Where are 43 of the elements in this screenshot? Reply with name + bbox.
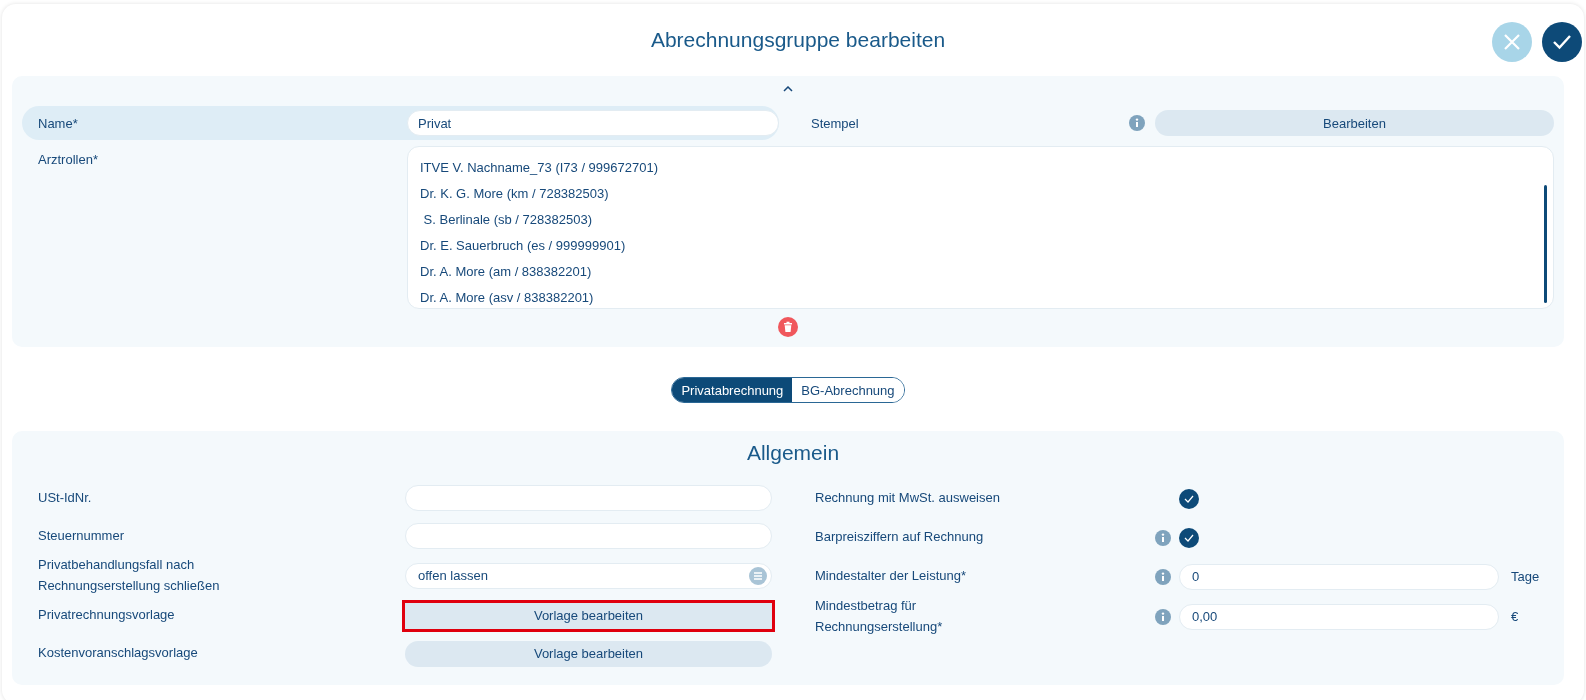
trash-icon[interactable] xyxy=(778,317,798,337)
text-input[interactable] xyxy=(405,485,772,511)
field-label: Mindestalter der Leistung* xyxy=(815,567,968,586)
checkbox[interactable] xyxy=(1179,527,1199,548)
field-label: USt-IdNr. xyxy=(38,488,93,507)
field-label: Kostenvoranschlagsvorlage xyxy=(38,644,199,663)
edit-template-button[interactable]: Vorlage bearbeiten xyxy=(405,602,772,629)
text-input[interactable]: 0 xyxy=(1179,563,1499,590)
list-item[interactable]: Dr. K. G. More (km / 728382503) xyxy=(420,181,1541,207)
checkmark-icon xyxy=(1184,494,1194,503)
close-icon xyxy=(1503,33,1521,51)
list-item[interactable]: S. Berlinale (sb / 728382503) xyxy=(420,207,1541,233)
checkbox[interactable] xyxy=(1179,488,1199,509)
confirm-button[interactable] xyxy=(1542,22,1582,62)
list-item[interactable]: ITVE V. Nachname_73 (I73 / 999672701) xyxy=(420,155,1541,181)
field-label: Rechnung mit MwSt. ausweisen xyxy=(815,489,1001,508)
list-item[interactable]: Dr. A. More (asv / 838382201) xyxy=(420,285,1541,311)
text-input[interactable] xyxy=(405,523,772,549)
list-item[interactable]: Dr. E. Sauerbruch (es / 999999901) xyxy=(420,233,1541,259)
name-input[interactable]: Privat xyxy=(407,110,779,136)
text-input[interactable]: 0,00 xyxy=(1179,603,1499,630)
billing-tab[interactable]: Privatabrechnung xyxy=(672,378,793,402)
field-label: Privatbehandlungsfall nach Rechnungserstellung schließen xyxy=(38,556,221,595)
field-label: Mindestbetrag für Rechnungserstellung* xyxy=(815,597,944,636)
field-label: Arztrollen* xyxy=(37,151,99,169)
dialog-title: Abrechnungsgruppe bearbeiten xyxy=(649,28,946,52)
list-icon[interactable] xyxy=(749,566,767,585)
edit-template-button[interactable]: Vorlage bearbeiten xyxy=(405,640,772,667)
unit-label: € xyxy=(1510,609,1520,625)
section-title: Allgemein xyxy=(745,441,841,465)
field-label: Stempel xyxy=(810,115,860,131)
unit-label: Tage xyxy=(1510,569,1541,584)
dropdown[interactable]: offen lassen xyxy=(405,562,772,589)
field-label: Barpreisziffern auf Rechnung xyxy=(815,528,985,547)
collapse-chevron-icon[interactable] xyxy=(783,86,793,92)
checkmark-icon xyxy=(1552,34,1572,50)
edit-stamp-button[interactable]: Bearbeiten xyxy=(1155,110,1554,136)
list-item[interactable]: Dr. A. More (am / 838382201) xyxy=(420,259,1541,285)
checkmark-icon xyxy=(1184,533,1194,542)
field-label: Steuernummer xyxy=(38,526,125,545)
field-label: Name* xyxy=(37,115,79,131)
field-label: Privatrechnungsvorlage xyxy=(38,606,176,625)
scrollbar[interactable] xyxy=(1544,185,1547,303)
